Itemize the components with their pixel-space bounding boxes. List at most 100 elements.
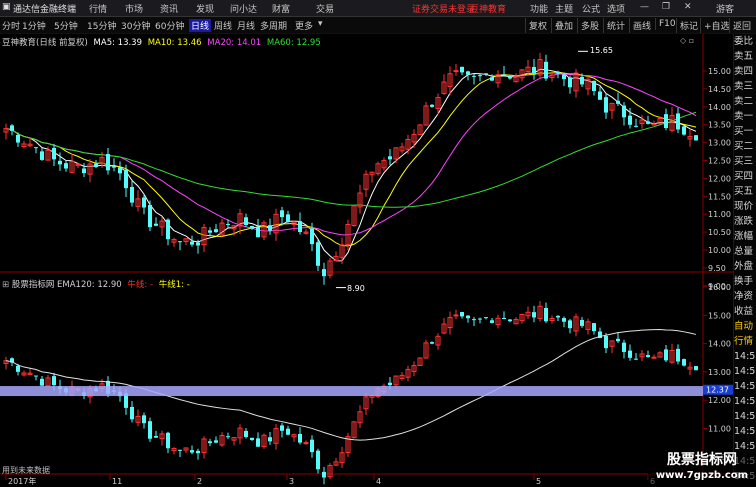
sub-candle-body [226,436,230,438]
btn-stats[interactable]: 统计 [603,18,628,33]
y-tick-label: 11.00 [708,425,731,434]
tab-multi[interactable]: 多周期 [260,19,287,32]
btn-draw[interactable]: 画线 [629,18,654,33]
candle-body [478,75,482,77]
candle-body [310,228,314,245]
y-tick-label: 13.50 [708,121,731,130]
menu-news[interactable]: 资讯 [160,2,178,15]
sub-candle-body [280,425,284,431]
quote-panel-item: 卖四 [734,66,754,77]
btn-fuquan[interactable]: 复权 [525,18,550,33]
sub-candle-body [430,342,434,344]
candle-body [82,168,86,174]
tab-1min[interactable]: 1分钟 [22,19,46,32]
btn-multi-stock[interactable]: 多股 [577,18,602,33]
quote-panel-item: 买二 [734,141,754,152]
tab-60min[interactable]: 60分钟 [155,19,184,32]
candle-body [616,100,620,104]
quote-panel-item: 卖五 [734,51,754,62]
tab-daily[interactable]: 日线 [189,19,212,32]
candle-body [322,269,326,277]
sub-candle-body [208,441,212,444]
sub-candle-body [664,349,668,361]
tab-monthly[interactable]: 月线 [237,19,255,32]
tab-30min[interactable]: 30分钟 [121,19,150,32]
app-title: 通达信金融终端 [13,5,77,15]
login-alert[interactable]: 证券交易未登录 [412,2,475,15]
quote-panel-item: 净资 [734,291,754,302]
menu-wealth[interactable]: 财富 [272,2,290,15]
menu-market[interactable]: 市场 [125,2,143,15]
sub-candle-body [40,378,44,386]
sub-candle-body [472,319,476,321]
menu-formula[interactable]: 公式 [582,2,600,15]
y-tick-label: 12.50 [708,157,731,166]
y-tick-label: 13.00 [708,139,731,148]
btn-mark[interactable]: 标记 [676,18,701,33]
candle-body [592,80,596,92]
quote-panel-item: 买五 [734,186,754,197]
y-tick-label: 14.00 [708,340,731,349]
restore-icon[interactable]: ❐ [662,2,670,12]
menu-ask[interactable]: 问小达 [230,2,257,15]
sub-candle-body [508,319,512,322]
quote-panel-item: 14:50 [734,396,756,407]
tab-more[interactable]: 更多 [295,19,313,32]
menu-discover[interactable]: 发现 [196,2,214,15]
sub-candle-body [580,319,584,326]
candle-body [604,97,608,113]
btn-overlay[interactable]: 叠加 [551,18,576,33]
candle-body [532,67,536,74]
x-tick-label: 2 [197,477,202,486]
sub-candle-body [286,428,290,435]
sub-candle-body [453,314,459,317]
menu-theme[interactable]: 主题 [555,2,573,15]
sub-candle-body [466,315,470,319]
watermark: 股票指标网 www.7gpzb.com [648,452,756,487]
candle-body [544,61,548,79]
quote-panel-item: 卖三 [734,81,754,92]
menu-options[interactable]: 选项 [607,2,625,15]
quote-panel-item: 涨幅 [734,231,754,242]
candle-body [484,73,488,75]
tab-15min[interactable]: 15分钟 [87,19,116,32]
candle-body [562,74,566,80]
candle-body [250,225,254,229]
tab-weekly[interactable]: 周线 [214,19,232,32]
y-tick-label: 10.00 [708,246,731,255]
minimize-icon[interactable]: — [640,2,649,12]
candle-body [58,160,62,165]
quote-panel-item: 委比 [734,36,754,47]
quote-panel-item: 总量 [734,246,754,257]
sub-candle-body [166,432,170,449]
candle-body [226,223,230,225]
menu-trade[interactable]: 交易 [316,2,334,15]
close-icon[interactable]: ✕ [684,2,692,12]
sub-candle-body [244,430,248,438]
btn-back[interactable]: 返回 [729,18,754,33]
menu-function[interactable]: 功能 [530,2,548,15]
btn-add-watch[interactable]: +自选 [700,18,733,33]
quote-panel-item: 14:50 [734,426,756,437]
candle-body [316,242,320,266]
quote-panel-item: 14:50 [734,366,756,377]
quote-panel-item: 卖二 [734,96,754,107]
sub-candle-body [484,317,488,319]
sub-candle-body [310,439,314,453]
menu-hq[interactable]: 行情 [89,2,107,15]
quote-panel-item: 外盘 [734,261,754,272]
candle-body [628,115,632,125]
candle-body [268,225,272,231]
candle-body [651,123,657,126]
tab-5min[interactable]: 5分钟 [54,19,78,32]
more-chevron-icon[interactable]: ▾ [318,19,323,29]
candle-body [214,229,218,233]
tab-fenshi[interactable]: 分时 [2,19,20,32]
guest-label[interactable]: 游客 [716,2,734,15]
candle-body [682,126,686,135]
kline-chart[interactable]: 15.00 14.50 14.00 13.50 13.00 12.50 12.00 11.50… [0,34,733,487]
y-tick-label: 12.00 [708,174,731,183]
future-data-note: 用到未来数据 [2,466,50,475]
sub-candle-body [196,450,200,454]
quote-panel-item: 换手 [734,276,754,287]
